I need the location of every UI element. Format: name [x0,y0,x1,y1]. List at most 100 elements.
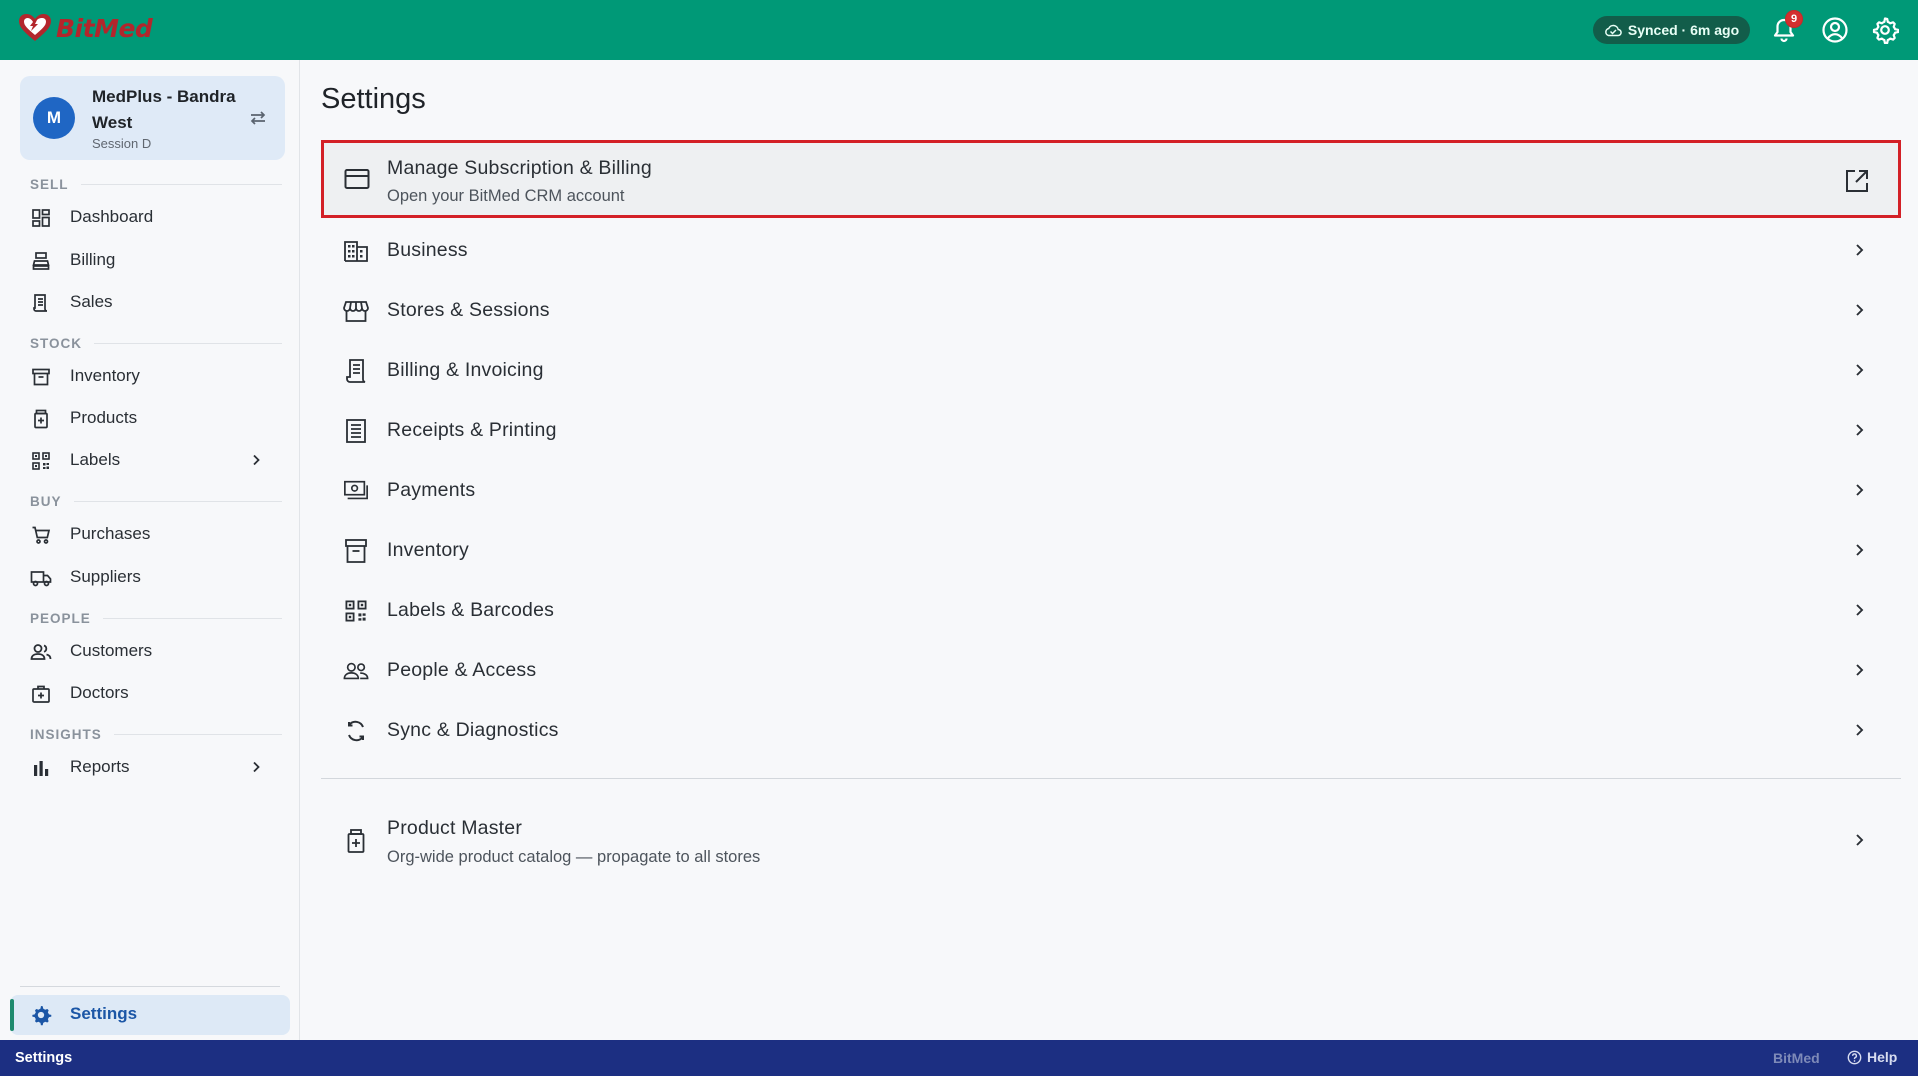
building-icon [343,238,369,264]
sync-status-pill[interactable]: Synced · 6m ago [1593,16,1750,44]
settings-row-labels[interactable]: Labels & Barcodes [321,580,1901,640]
delivery-truck-icon [30,567,52,589]
storefront-icon [343,298,369,324]
settings-main: Settings Manage Subscription & Billing O… [301,60,1918,1040]
sidebar-item-inventory[interactable]: Inventory [20,357,285,395]
sidebar-item-purchases[interactable]: Purchases [20,515,285,553]
receipt-list-icon [343,418,369,444]
divider [73,500,282,502]
divider [20,986,280,987]
settings-row-business[interactable]: Business [321,220,1901,280]
settings-row-stores[interactable]: Stores & Sessions [321,280,1901,340]
section-label: BUY [30,493,62,509]
sync-status-text: Synced · 6m ago [1627,22,1740,38]
sidebar-item-label: Billing [70,250,116,269]
section-buy: BUY [30,493,282,509]
sidebar-item-customers[interactable]: Customers [20,632,285,670]
manage-subscription-row[interactable]: Manage Subscription & Billing Open your … [321,140,1901,218]
row-label: Stores & Sessions [387,299,550,321]
row-subtitle: Org-wide product catalog — propagate to … [387,848,761,866]
sidebar-item-label: Doctors [70,683,129,702]
help-link[interactable]: Help [1847,1049,1897,1065]
section-people: PEOPLE [30,610,282,626]
row-label: Sync & Diagnostics [387,719,559,741]
row-label: Inventory [387,539,470,561]
notifications-button[interactable]: 9 [1768,10,1803,46]
settings-row-sync[interactable]: Sync & Diagnostics [321,700,1901,760]
row-label: Receipts & Printing [387,419,557,441]
top-bar: BitMed Synced · 6m ago 9 [0,0,1918,60]
help-circle-icon [1847,1050,1862,1065]
page-title: Settings [321,83,426,115]
sidebar-item-billing[interactable]: Billing [20,241,285,279]
section-label: SELL [30,176,69,192]
settings-row-receipts[interactable]: Receipts & Printing [321,400,1901,460]
row-subtitle: Open your BitMed CRM account [387,187,625,205]
store-session: Session D [92,136,152,151]
shopping-cart-icon [30,524,52,546]
sidebar-item-reports[interactable]: Reports [20,748,285,786]
divider [102,617,282,619]
sidebar-item-suppliers[interactable]: Suppliers [20,558,285,596]
chevron-right-icon [247,758,265,776]
swap-horizontal-icon[interactable] [248,108,268,128]
chevron-right-icon [1849,300,1869,320]
sidebar-item-label: Reports [70,757,130,776]
sidebar-item-labels[interactable]: Labels [20,441,285,479]
chevron-right-icon [1849,660,1869,680]
sidebar-item-dashboard[interactable]: Dashboard [20,198,285,236]
chevron-right-icon [1849,830,1869,850]
divider [113,733,282,735]
credit-card-icon [344,166,370,192]
chevron-right-icon [1849,360,1869,380]
sidebar-item-products[interactable]: Products [20,399,285,437]
settings-button[interactable] [1869,14,1901,46]
status-bar: Settings BitMed Help [0,1040,1918,1076]
receipt-icon [30,292,52,314]
account-button[interactable] [1819,14,1851,46]
bar-chart-icon [30,757,52,779]
archive-box-icon [343,538,369,564]
sidebar-item-label: Customers [70,641,153,660]
sidebar-item-label: Products [70,408,138,427]
sidebar-item-label: Dashboard [70,207,154,226]
status-current-page: Settings [15,1050,73,1066]
medicine-bottle-icon [30,408,52,430]
qr-code-icon [343,598,369,624]
sidebar-item-doctors[interactable]: Doctors [20,674,285,712]
brand-logo[interactable]: BitMed [18,13,153,43]
divider [94,342,282,344]
row-label: People & Access [387,659,537,681]
cash-register-icon [30,250,52,272]
sidebar-item-label: Purchases [70,524,151,543]
sidebar: M MedPlus - Bandra West Session D SELL D… [0,60,300,1040]
qr-code-icon [30,450,52,472]
section-label: PEOPLE [30,610,91,626]
settings-row-payments[interactable]: Payments [321,460,1901,520]
store-switcher[interactable]: M MedPlus - Bandra West Session D [20,76,285,160]
settings-row-inventory[interactable]: Inventory [321,520,1901,580]
chevron-right-icon [247,451,265,469]
settings-row-product-master[interactable]: Product Master Org-wide product catalog … [321,798,1901,882]
people-icon [343,658,369,684]
chevron-right-icon [1849,420,1869,440]
sidebar-item-label: Sales [70,292,113,311]
chevron-right-icon [1849,600,1869,620]
heart-logo-icon [18,13,52,43]
section-insights: INSIGHTS [30,726,282,742]
settings-row-billing-invoicing[interactable]: Billing & Invoicing [321,340,1901,400]
invoice-icon [343,358,369,384]
row-label: Payments [387,479,476,501]
row-label: Manage Subscription & Billing [387,157,652,179]
sidebar-item-settings[interactable]: Settings [10,995,290,1035]
settings-row-people[interactable]: People & Access [321,640,1901,700]
section-label: INSIGHTS [30,726,102,742]
archive-box-icon [30,366,52,388]
sidebar-item-sales[interactable]: Sales [20,283,285,321]
row-label: Labels & Barcodes [387,599,555,621]
dashboard-icon [30,207,52,229]
section-stock: STOCK [30,335,282,351]
people-icon [30,641,52,663]
medicine-bottle-icon [343,828,369,854]
sidebar-item-label: Settings [70,1004,138,1023]
